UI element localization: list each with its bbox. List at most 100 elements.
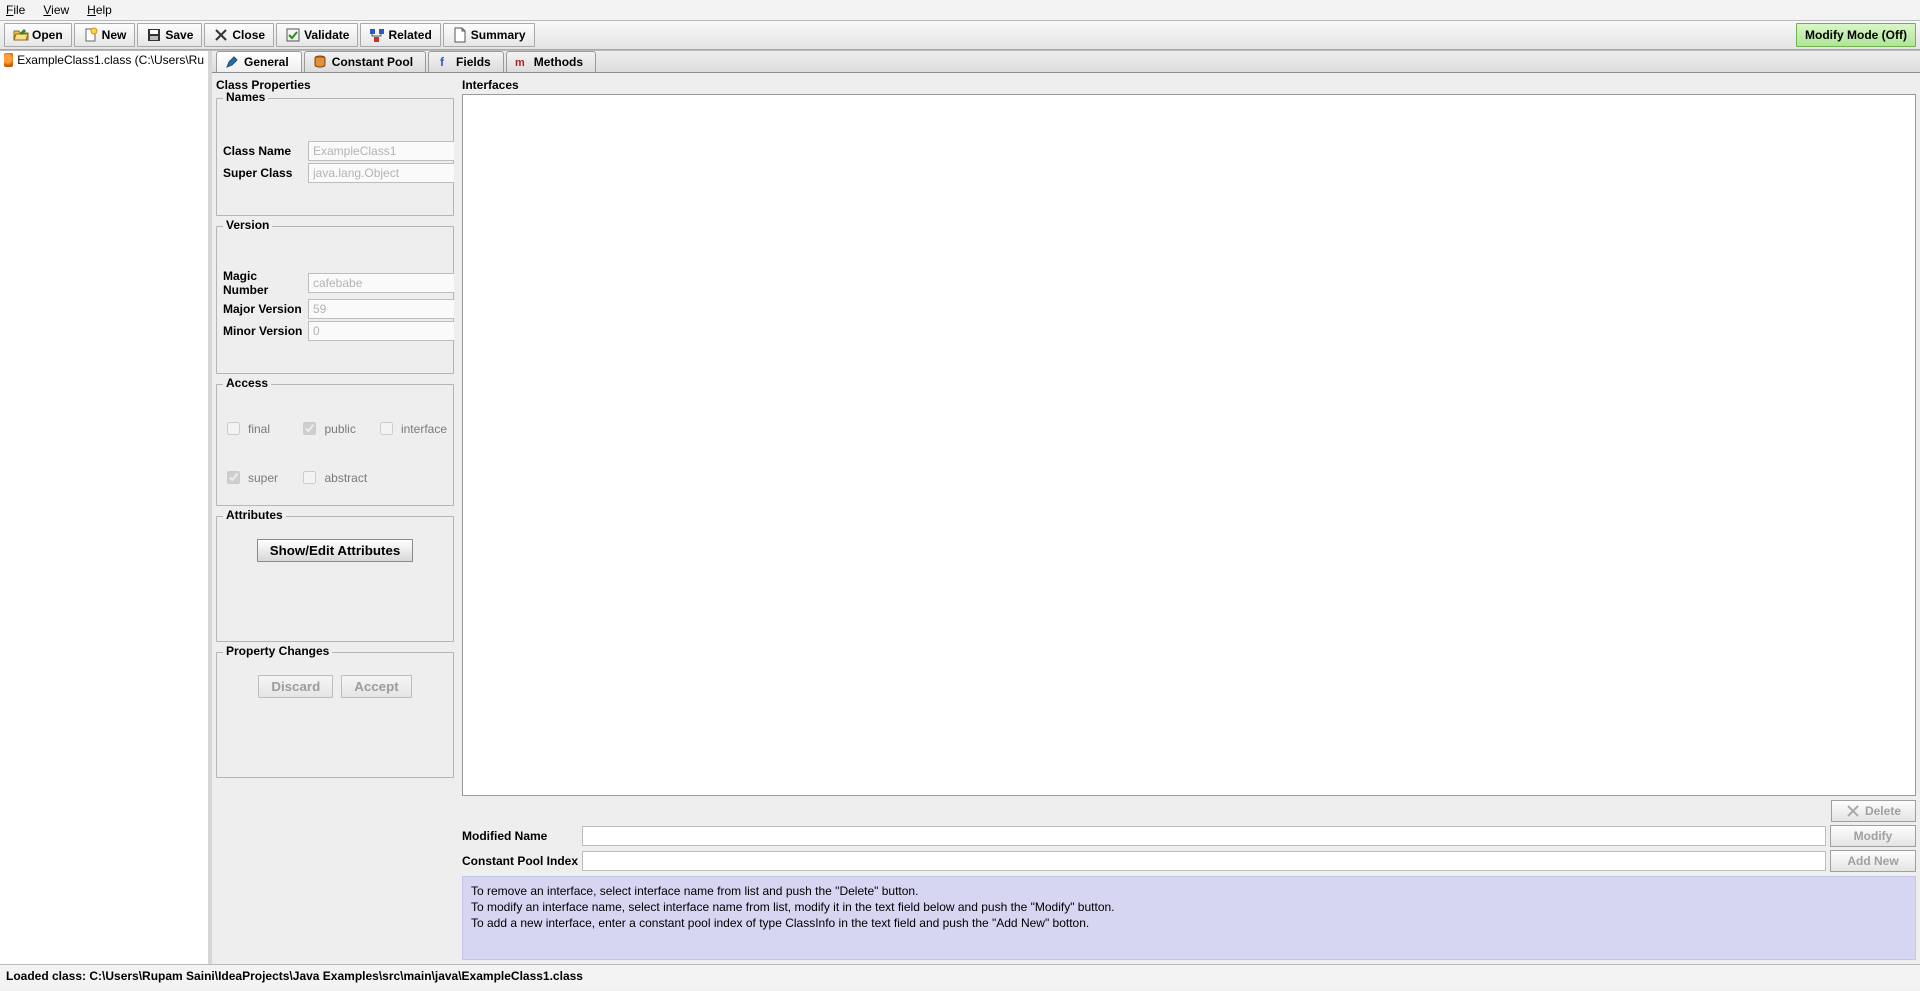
tab-methods[interactable]: m Methods — [506, 51, 596, 72]
tree-root-node[interactable]: ExampleClass1.class (C:\Users\Ru — [0, 51, 208, 69]
class-properties-column: Class Properties Names Class Name Super … — [216, 77, 454, 960]
chk-abstract[interactable]: abstract — [299, 468, 369, 487]
tree-root-label: ExampleClass1.class (C:\Users\Ru — [17, 53, 204, 67]
menu-view[interactable]: View — [43, 3, 69, 17]
modify-mode-button[interactable]: Modify Mode (Off) — [1796, 23, 1916, 47]
super-class-label: Super Class — [223, 166, 305, 180]
help-line-3: To add a new interface, enter a constant… — [471, 915, 1907, 931]
close-button-label: Close — [232, 28, 265, 42]
interfaces-list[interactable] — [462, 94, 1916, 796]
chk-public[interactable]: public — [299, 419, 369, 438]
menu-file[interactable]: File — [6, 3, 25, 17]
menu-file-label: ile — [13, 3, 25, 17]
related-button[interactable]: Related — [360, 23, 440, 47]
chk-final-box[interactable] — [227, 422, 240, 435]
tab-constant-pool-label: Constant Pool — [332, 55, 413, 69]
open-folder-icon — [13, 27, 29, 43]
methods-icon: m — [515, 55, 529, 69]
modify-button-label: Modify — [1854, 829, 1893, 843]
toolbar: Open New Save Close Validate Related S — [0, 21, 1920, 50]
close-icon — [213, 27, 229, 43]
delete-x-icon — [1846, 804, 1860, 818]
tab-fields[interactable]: f Fields — [428, 51, 504, 72]
access-fieldset: Access final public interface super abst… — [216, 384, 454, 506]
chk-interface-box[interactable] — [380, 422, 393, 435]
related-button-label: Related — [388, 28, 431, 42]
svg-text:m: m — [515, 57, 525, 69]
check-icon — [285, 27, 301, 43]
class-name-input — [308, 141, 454, 161]
menu-bar: File View Help — [0, 0, 1920, 21]
property-changes-fieldset: Property Changes Discard Accept — [216, 652, 454, 778]
save-button-label: Save — [165, 28, 193, 42]
modified-name-input[interactable] — [582, 826, 1826, 846]
close-button[interactable]: Close — [204, 23, 274, 47]
tab-constant-pool[interactable]: Constant Pool — [304, 51, 426, 72]
chk-public-box[interactable] — [303, 422, 316, 435]
chk-super-label: super — [248, 471, 278, 485]
chk-final[interactable]: final — [223, 419, 293, 438]
access-legend: Access — [223, 376, 271, 390]
interfaces-column: Interfaces Delete Modified Name Modify C… — [462, 77, 1916, 960]
tab-strip: General Constant Pool f Fields m Methods — [212, 51, 1920, 73]
chk-public-label: public — [324, 422, 355, 436]
modified-name-label: Modified Name — [462, 829, 578, 843]
file-tree[interactable]: ExampleClass1.class (C:\Users\Ru — [0, 51, 212, 964]
chk-interface-label: interface — [401, 422, 447, 436]
tab-general[interactable]: General — [216, 51, 302, 72]
new-icon — [83, 27, 99, 43]
status-text: Loaded class: C:\Users\Rupam Saini\IdeaP… — [6, 969, 583, 983]
attributes-legend: Attributes — [223, 508, 286, 522]
magic-number-input — [308, 273, 454, 293]
chk-final-label: final — [248, 422, 270, 436]
open-button-label: Open — [32, 28, 63, 42]
super-class-input — [308, 163, 454, 183]
validate-button[interactable]: Validate — [276, 23, 358, 47]
summary-button[interactable]: Summary — [443, 23, 535, 47]
discard-button[interactable]: Discard — [258, 675, 333, 698]
fields-icon: f — [437, 55, 451, 69]
delete-button[interactable]: Delete — [1831, 800, 1916, 822]
tab-general-label: General — [244, 55, 289, 69]
chk-super-box[interactable] — [227, 471, 240, 484]
attributes-fieldset: Attributes Show/Edit Attributes — [216, 516, 454, 642]
accept-button[interactable]: Accept — [341, 675, 411, 698]
show-edit-attributes-button[interactable]: Show/Edit Attributes — [257, 539, 414, 562]
related-icon — [369, 27, 385, 43]
delete-button-label: Delete — [1865, 804, 1901, 818]
summary-button-label: Summary — [471, 28, 526, 42]
major-version-label: Major Version — [223, 302, 305, 316]
chk-abstract-box[interactable] — [303, 471, 316, 484]
version-fieldset: Version Magic Number Major Version Minor… — [216, 226, 454, 374]
content-pane: General Constant Pool f Fields m Methods… — [212, 51, 1920, 964]
major-version-input — [308, 299, 454, 319]
tab-methods-label: Methods — [534, 55, 583, 69]
add-new-button[interactable]: Add New — [1830, 850, 1916, 872]
interfaces-title: Interfaces — [462, 77, 1916, 94]
chk-super[interactable]: super — [223, 468, 293, 487]
tab-fields-label: Fields — [456, 55, 491, 69]
db-icon — [313, 55, 327, 69]
new-button[interactable]: New — [74, 23, 136, 47]
help-line-2: To modify an interface name, select inte… — [471, 899, 1907, 915]
names-fieldset: Names Class Name Super Class — [216, 98, 454, 216]
modify-mode-label: Modify Mode (Off) — [1805, 28, 1907, 42]
open-button[interactable]: Open — [4, 23, 72, 47]
save-button[interactable]: Save — [137, 23, 202, 47]
version-legend: Version — [223, 218, 272, 232]
cpi-input[interactable] — [582, 851, 1826, 871]
chk-interface[interactable]: interface — [376, 419, 447, 438]
magic-number-label: Magic Number — [223, 269, 305, 297]
help-line-1: To remove an interface, select interface… — [471, 883, 1907, 899]
chk-abstract-label: abstract — [324, 471, 367, 485]
svg-text:f: f — [440, 55, 445, 69]
minor-version-label: Minor Version — [223, 324, 305, 338]
minor-version-input — [308, 321, 454, 341]
menu-help[interactable]: Help — [87, 3, 112, 17]
save-icon — [146, 27, 162, 43]
menu-help-label: elp — [96, 3, 112, 17]
modify-button[interactable]: Modify — [1830, 825, 1916, 847]
pencil-icon — [225, 55, 239, 69]
status-bar: Loaded class: C:\Users\Rupam Saini\IdeaP… — [0, 964, 1920, 987]
new-button-label: New — [102, 28, 127, 42]
